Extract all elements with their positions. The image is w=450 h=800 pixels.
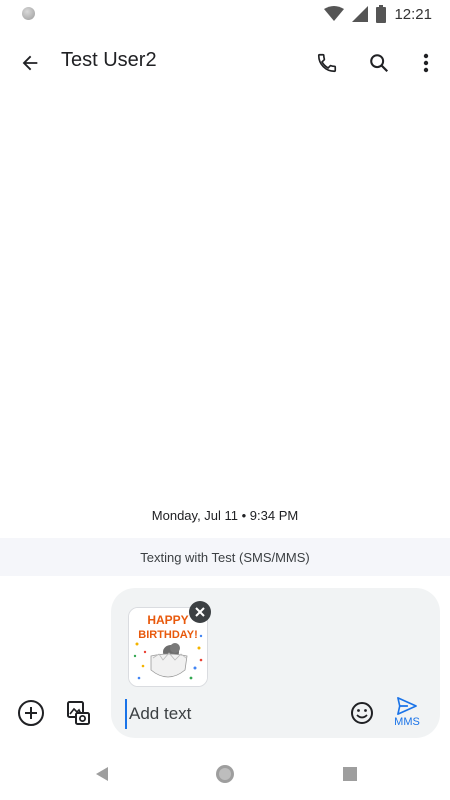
photo-camera-icon (67, 701, 90, 725)
back-button[interactable] (12, 45, 48, 81)
nav-back-triangle-icon (96, 767, 108, 781)
search-button[interactable] (361, 45, 397, 81)
message-timestamp: Monday, Jul 11 • 9:34 PM (151, 508, 299, 523)
call-button[interactable] (309, 45, 345, 81)
send-mms-button[interactable]: MMS (387, 692, 427, 732)
status-bar: 12:21 (0, 0, 450, 28)
search-icon (370, 54, 389, 73)
status-icons: 12:21 (324, 5, 432, 23)
status-time: 12:21 (394, 5, 432, 23)
app-bar: Test User2 (0, 28, 450, 94)
compose-bubble: HAPPY BIRTHDAY! MMS (111, 588, 440, 738)
remove-attachment-button[interactable] (189, 601, 211, 623)
texting-banner: Texting with Test (SMS/MMS) (0, 538, 450, 576)
close-icon (195, 607, 205, 617)
notification-dot-icon (22, 7, 35, 20)
nav-recents-square-icon (343, 767, 357, 781)
emoji-button[interactable] (347, 698, 377, 728)
phone-icon (317, 53, 337, 73)
add-attachment-button[interactable] (14, 696, 48, 730)
more-options-button[interactable] (408, 45, 444, 81)
more-vert-icon (423, 53, 429, 73)
nav-home-circle-icon (216, 765, 234, 783)
arrow-back-icon (22, 55, 38, 71)
gallery-camera-button[interactable] (61, 696, 95, 730)
battery-icon (376, 5, 387, 23)
sticker-text-happy: HAPPY (147, 613, 188, 627)
send-type-label: MMS (394, 716, 420, 728)
sticker-text-birthday: BIRTHDAY! (138, 629, 198, 641)
system-nav-bar (0, 752, 450, 800)
texting-banner-label: Texting with Test (SMS/MMS) (140, 549, 310, 565)
nav-back-button[interactable] (90, 762, 114, 786)
message-text-input[interactable] (125, 699, 346, 729)
signal-icon (352, 6, 369, 22)
nav-home-button[interactable] (213, 762, 237, 786)
nav-recents-button[interactable] (338, 762, 362, 786)
emoji-icon (351, 702, 373, 724)
conversation-title: Test User2 (61, 49, 157, 71)
wifi-icon (324, 6, 345, 21)
send-icon (397, 697, 417, 715)
add-circle-icon (18, 700, 44, 726)
